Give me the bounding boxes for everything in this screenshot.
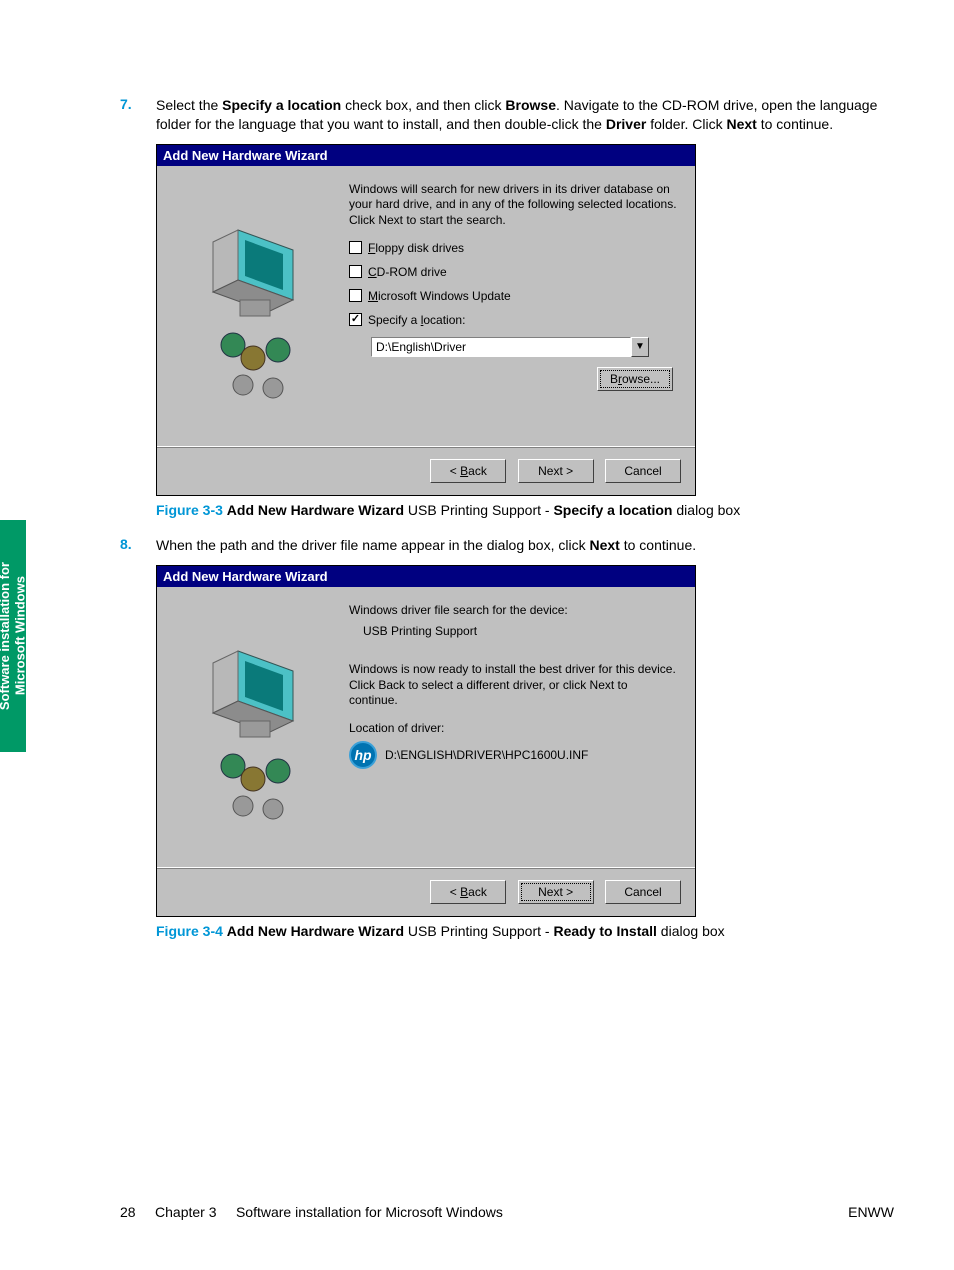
ready-text: Windows is now ready to install the best…: [349, 662, 679, 709]
side-tab-text: Software installation for Microsoft Wind…: [0, 562, 29, 710]
footer-right: ENWW: [848, 1204, 894, 1220]
checkbox-icon[interactable]: [349, 241, 362, 254]
wizard-art-icon: [173, 182, 343, 436]
step-7-number: 7.: [120, 96, 156, 134]
next-button[interactable]: Next >: [518, 459, 594, 483]
chevron-down-icon[interactable]: ▼: [631, 337, 649, 357]
location-path-input[interactable]: D:\English\Driver: [371, 337, 631, 357]
dialog-ready-to-install: Add New Hardware Wizard Windows driver: [156, 565, 696, 917]
cancel-button[interactable]: Cancel: [605, 459, 681, 483]
search-label: Windows driver file search for the devic…: [349, 603, 679, 619]
checkbox-windows-update[interactable]: Microsoft Windows Update: [349, 289, 679, 303]
chapter-title: Software installation for Microsoft Wind…: [236, 1204, 503, 1220]
checkbox-icon[interactable]: [349, 313, 362, 326]
checkbox-specify-location[interactable]: Specify a location:: [349, 313, 679, 327]
cancel-button[interactable]: Cancel: [605, 880, 681, 904]
checkbox-cdrom[interactable]: CD-ROM drive: [349, 265, 679, 279]
step-8-number: 8.: [120, 536, 156, 555]
step-7-text: Select the Specify a location check box,…: [156, 96, 894, 134]
checkbox-floppy[interactable]: Floppy disk drives: [349, 241, 679, 255]
driver-path: D:\ENGLISH\DRIVER\HPC1600U.INF: [385, 748, 588, 762]
wizard-art-icon: [173, 603, 343, 857]
dialog-description: Windows will search for new drivers in i…: [349, 182, 679, 229]
device-name: USB Printing Support: [363, 624, 679, 638]
location-label: Location of driver:: [349, 721, 679, 735]
page-footer: 28 Chapter 3 Software installation for M…: [0, 1204, 954, 1220]
checkbox-icon[interactable]: [349, 289, 362, 302]
figure-3-4-caption: Figure 3-4 Add New Hardware Wizard USB P…: [156, 923, 894, 939]
step-7: 7. Select the Specify a location check b…: [120, 96, 894, 134]
figure-3-3-caption: Figure 3-3 Add New Hardware Wizard USB P…: [156, 502, 894, 518]
dialog-specify-location: Add New Hardware Wizard: [156, 144, 696, 496]
chapter-label: Chapter 3: [155, 1204, 216, 1220]
dialog-title: Add New Hardware Wizard: [157, 145, 695, 166]
step-8-text: When the path and the driver file name a…: [156, 536, 894, 555]
page-number: 28: [120, 1204, 136, 1220]
hp-driver-icon: hp: [349, 741, 377, 769]
chapter-side-tab: Software installation for Microsoft Wind…: [0, 520, 26, 752]
checkbox-icon[interactable]: [349, 265, 362, 278]
next-button[interactable]: Next >: [518, 880, 594, 904]
dialog-title: Add New Hardware Wizard: [157, 566, 695, 587]
back-button[interactable]: < Back: [430, 459, 506, 483]
step-8: 8. When the path and the driver file nam…: [120, 536, 894, 555]
back-button[interactable]: < Back: [430, 880, 506, 904]
browse-button[interactable]: Browse...: [597, 367, 673, 391]
driver-location-row: hp D:\ENGLISH\DRIVER\HPC1600U.INF: [349, 741, 679, 769]
